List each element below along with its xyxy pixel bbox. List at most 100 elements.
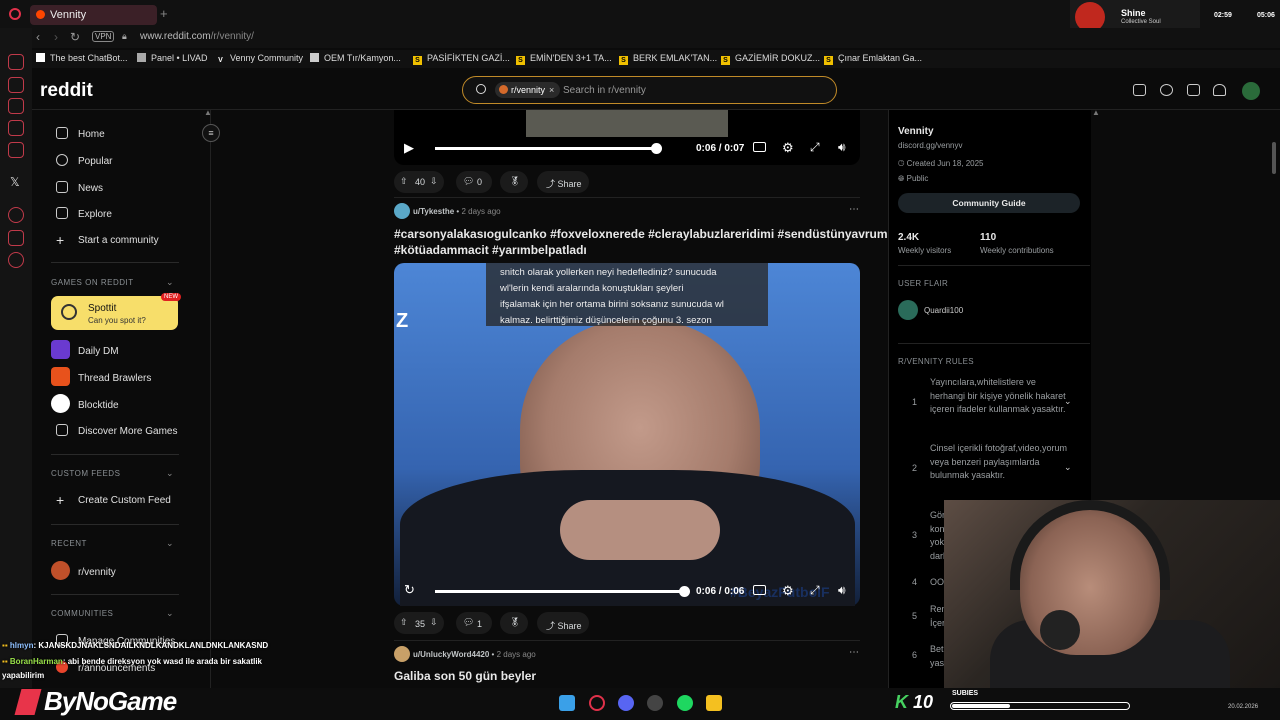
more-options-icon[interactable]: ⋯ <box>849 204 859 215</box>
fullscreen-icon[interactable]: ⤢ <box>810 583 820 598</box>
volume-icon[interactable]: 🔊︎ <box>838 583 846 598</box>
community-link[interactable]: discord.gg/vennyv <box>898 141 962 150</box>
windows-start-icon[interactable] <box>559 695 575 711</box>
bookmark-item[interactable]: V Venny Community <box>216 53 303 65</box>
chevron-down-icon[interactable]: ⌄ <box>166 277 174 288</box>
sidebar-app-icon[interactable] <box>8 142 24 158</box>
communities-header[interactable]: COMMUNITIES <box>51 609 113 618</box>
page-scrollbar[interactable] <box>1272 142 1276 174</box>
bookmark-item[interactable]: S BERK EMLAK'TAN... <box>619 53 717 65</box>
history-icon[interactable] <box>8 207 24 223</box>
sidebar-item-news[interactable]: News <box>56 181 103 194</box>
notifications-icon[interactable] <box>1213 84 1226 96</box>
sidebar-app-icon[interactable] <box>8 54 24 70</box>
collapse-sidebar-button[interactable]: ≡ <box>202 124 220 142</box>
new-tab-button[interactable]: + <box>160 6 168 21</box>
post-title[interactable]: #carsonyalakasıogulcanko #foxveloxnerede… <box>394 226 888 258</box>
chat-icon[interactable] <box>1160 84 1173 96</box>
bookmark-item[interactable]: OEM Tır/Kamyon... <box>310 53 401 63</box>
obs-icon[interactable] <box>647 695 663 711</box>
create-post-icon[interactable] <box>1187 84 1200 96</box>
discord-icon[interactable] <box>618 695 634 711</box>
ads-icon[interactable] <box>1133 84 1146 96</box>
avatar[interactable] <box>1242 82 1260 100</box>
create-custom-feed[interactable]: + Create Custom Feed <box>56 492 171 508</box>
chevron-down-icon[interactable]: ⌄ <box>1064 462 1072 473</box>
recent-item-vennity[interactable]: r/vennity <box>51 561 116 580</box>
browser-tab[interactable]: Vennity <box>30 5 157 25</box>
bookmark-item[interactable]: S GAZİEMİR DOKUZ... <box>721 53 820 65</box>
recent-header[interactable]: RECENT <box>51 539 87 548</box>
games-section-header[interactable]: GAMES ON REDDIT <box>51 278 134 287</box>
kick-k-icon: K <box>895 692 908 712</box>
author-link[interactable]: u/Tykesthe <box>413 207 454 216</box>
chevron-down-icon[interactable]: ⌄ <box>166 538 174 549</box>
scroll-up-icon[interactable]: ▲ <box>204 108 212 117</box>
bookmark-item[interactable]: S Çınar Emlaktan Ga... <box>824 53 922 65</box>
chevron-down-icon[interactable]: ⌄ <box>1064 396 1072 407</box>
upvote-icon[interactable]: ⇧ <box>400 617 408 628</box>
game-item-daily-dm[interactable]: Daily DM <box>51 340 119 359</box>
bookmark-item[interactable]: The best ChatBot... <box>36 53 128 63</box>
settings-icon[interactable]: ⚙︎ <box>782 140 794 156</box>
author-avatar[interactable] <box>394 646 410 662</box>
sidebar-item-popular[interactable]: Popular <box>56 154 112 167</box>
replay-icon[interactable]: ↻ <box>404 582 415 598</box>
volume-icon[interactable]: 🔊︎ <box>838 140 846 155</box>
spottit-game-card[interactable]: Spottit Can you spot it? NEW <box>51 293 181 330</box>
sidebar-item-explore[interactable]: Explore <box>56 207 112 220</box>
author-avatar[interactable] <box>394 203 410 219</box>
video-scrubber[interactable] <box>651 143 662 154</box>
x-icon[interactable]: 𝕏 <box>10 175 20 189</box>
opera-taskbar-icon[interactable] <box>589 695 605 711</box>
back-icon[interactable]: ‹ <box>36 30 40 44</box>
plus-icon: + <box>56 492 65 508</box>
video-progress[interactable] <box>435 147 657 150</box>
bookmark-item[interactable]: Panel • LIVAD <box>137 53 208 63</box>
bookmark-item[interactable]: S PASİFİKTEN GAZİ... <box>413 53 510 65</box>
video-scrubber[interactable] <box>679 586 690 597</box>
chevron-down-icon[interactable]: ⌄ <box>166 608 174 619</box>
settings-icon[interactable] <box>8 252 24 268</box>
author-link[interactable]: u/UnluckyWord4420 <box>413 650 489 659</box>
post-title[interactable]: Galiba son 50 gün beyler <box>394 668 536 684</box>
sidebar-app-icon[interactable] <box>8 120 24 136</box>
sidebar-app-icon[interactable] <box>8 98 24 114</box>
bookmark-label: EMİN'DEN 3+1 TA... <box>530 53 612 63</box>
subreddit-chip[interactable]: r/vennity × <box>495 82 561 98</box>
spotify-icon[interactable] <box>677 695 693 711</box>
community-guide-button[interactable]: Community Guide <box>898 193 1080 213</box>
chip-close-icon[interactable]: × <box>549 85 554 95</box>
upvote-icon[interactable]: ⇧ <box>400 176 408 187</box>
downvote-icon[interactable]: ⇩ <box>430 176 438 187</box>
sidebar-item-start-community[interactable]: + Start a community <box>56 233 159 247</box>
game-item-blocktide[interactable]: Blocktide <box>51 394 119 413</box>
discover-more-games[interactable]: Discover More Games <box>56 424 177 437</box>
game-item-thread-brawlers[interactable]: Thread Brawlers <box>51 367 151 386</box>
fullscreen-icon[interactable]: ⤢ <box>810 140 820 155</box>
opera-logo-icon[interactable] <box>9 8 21 20</box>
reload-icon[interactable]: ↻ <box>70 30 80 44</box>
sidebar-app-icon[interactable] <box>8 77 24 93</box>
file-explorer-icon[interactable] <box>706 695 722 711</box>
sidebar-item-home[interactable]: Home <box>56 127 105 140</box>
chevron-down-icon[interactable]: ⌄ <box>166 468 174 479</box>
vpn-badge[interactable]: VPN <box>92 31 115 42</box>
rule-text[interactable]: Cinsel içerikli fotoğraf,video,yorum vey… <box>930 442 1070 483</box>
downvote-icon[interactable]: ⇩ <box>430 617 438 628</box>
captions-icon[interactable] <box>753 142 766 152</box>
url-field[interactable]: www.reddit.com/r/vennity/ <box>140 31 254 42</box>
more-options-icon[interactable]: ⋯ <box>849 647 859 658</box>
bookmark-item[interactable]: S EMİN'DEN 3+1 TA... <box>516 53 612 65</box>
video-progress[interactable] <box>435 590 685 593</box>
sidebar-app-icon[interactable] <box>8 230 24 246</box>
reddit-logo[interactable]: reddit <box>40 80 93 102</box>
scroll-up-icon[interactable]: ▲ <box>1092 108 1100 117</box>
play-icon[interactable]: ▶ <box>404 140 414 156</box>
captions-icon[interactable] <box>753 585 766 595</box>
flair-name[interactable]: Quardii100 <box>924 306 963 315</box>
rule-text[interactable]: Yayıncılara,whitelistlere ve herhangi bi… <box>930 376 1070 417</box>
settings-icon[interactable]: ⚙︎ <box>782 583 794 599</box>
custom-feeds-header[interactable]: CUSTOM FEEDS <box>51 469 120 478</box>
forward-icon[interactable]: › <box>54 30 58 44</box>
